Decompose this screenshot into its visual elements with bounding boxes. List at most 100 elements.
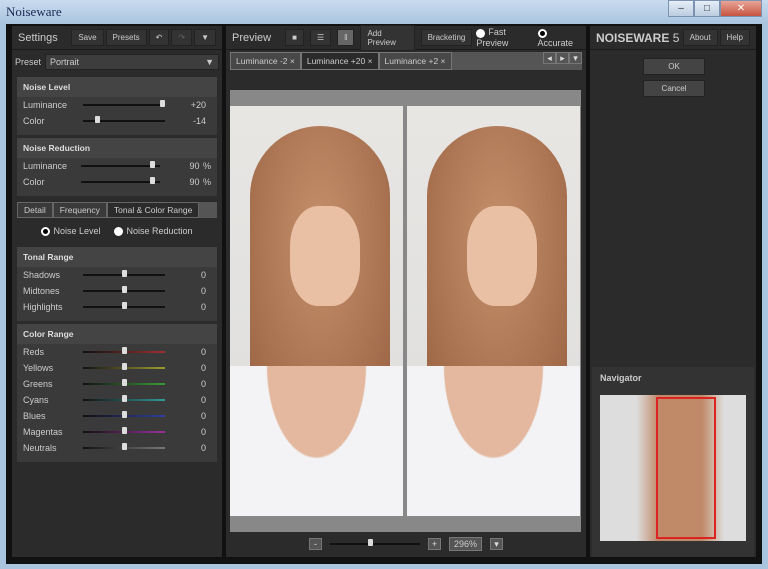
single-view-icon[interactable]: ■ — [285, 29, 304, 46]
slider-track[interactable] — [83, 286, 165, 294]
slider-track[interactable] — [83, 443, 165, 451]
slider-track[interactable] — [80, 177, 160, 184]
slider-label: Luminance — [23, 100, 68, 110]
slider-track[interactable] — [83, 379, 165, 387]
preview-tab[interactable]: Luminance +2 × — [378, 52, 452, 70]
slider-row: Magentas 0 — [17, 424, 217, 440]
bracketing-button[interactable]: Bracketing — [420, 29, 473, 46]
zoom-slider[interactable] — [329, 539, 420, 546]
tab-scroll-right-icon[interactable]: ▸ — [556, 52, 569, 64]
slider-track[interactable] — [80, 161, 160, 168]
slider-value: 0 — [200, 286, 206, 297]
ok-button[interactable]: OK — [643, 58, 705, 75]
about-button[interactable]: About — [682, 29, 718, 46]
slider-thumb[interactable] — [121, 363, 127, 371]
slider-row: Greens 0 — [17, 376, 217, 392]
zoom-in-button[interactable]: + — [427, 538, 441, 550]
preset-select[interactable]: Portrait ▼ — [45, 54, 219, 70]
split-horizontal-icon[interactable]: ☰ — [309, 29, 332, 46]
slider-track[interactable] — [83, 363, 165, 371]
slider-track[interactable] — [83, 427, 165, 435]
slider-value: 0 — [200, 363, 206, 374]
slider-thumb[interactable] — [121, 443, 127, 451]
tab-tonal-color-range[interactable]: Tonal & Color Range — [106, 202, 200, 218]
slider-row: Luminance +20 — [17, 97, 217, 113]
slider-thumb[interactable] — [121, 395, 127, 403]
slider-track[interactable] — [83, 270, 165, 278]
slider-thumb[interactable] — [121, 427, 127, 435]
slider-track[interactable] — [83, 100, 165, 107]
slider-label: Yellows — [23, 363, 54, 374]
slider-thumb[interactable] — [121, 347, 127, 355]
tab-frequency[interactable]: Frequency — [52, 202, 107, 218]
slider-thumb[interactable] — [121, 270, 127, 278]
radio-noise-reduction[interactable]: Noise Reduction — [114, 226, 193, 237]
minimize-button[interactable]: – — [668, 0, 694, 17]
preset-label: Preset — [15, 57, 42, 67]
color-range-heading: Color Range — [17, 324, 217, 345]
slider-track[interactable] — [83, 116, 165, 123]
split-vertical-icon[interactable]: ‖ — [337, 29, 355, 46]
tab-scroll-left-icon[interactable]: ◂ — [543, 52, 556, 64]
slider-label: Cyans — [23, 395, 49, 406]
close-button[interactable]: ✕ — [720, 0, 762, 17]
slider-row: Color 90% — [17, 174, 217, 190]
slider-label: Color — [23, 177, 45, 187]
slider-row: Shadows 0 — [17, 267, 217, 283]
window-title: Noiseware — [6, 4, 62, 19]
slider-thumb[interactable] — [160, 100, 165, 107]
cancel-button[interactable]: Cancel — [643, 80, 705, 97]
preview-tab-active[interactable]: Luminance +20 × — [300, 52, 379, 70]
tab-list-icon[interactable]: ▾ — [569, 52, 582, 64]
maximize-button[interactable]: □ — [694, 0, 720, 17]
slider-thumb[interactable] — [94, 116, 100, 123]
slider-value: -14 — [192, 116, 206, 126]
slider-label: Magentas — [23, 427, 63, 438]
add-preview-button[interactable]: Add Preview — [360, 24, 415, 51]
slider-track[interactable] — [83, 411, 165, 419]
slider-value: 0 — [200, 379, 206, 390]
slider-track[interactable] — [83, 395, 165, 403]
preview-image-area[interactable] — [230, 90, 581, 532]
undo-icon[interactable]: ↶ — [148, 29, 170, 46]
slider-row: Cyans 0 — [17, 392, 217, 408]
menu-dropdown-icon[interactable]: ▼ — [194, 29, 216, 46]
slider-thumb[interactable] — [121, 379, 127, 387]
slider-label: Highlights — [23, 302, 63, 313]
slider-thumb[interactable] — [121, 286, 127, 294]
slider-row: Neutrals 0 — [17, 440, 217, 456]
slider-thumb[interactable] — [150, 177, 156, 184]
navigator-heading: Navigator — [600, 373, 642, 383]
slider-track[interactable] — [83, 347, 165, 355]
slider-thumb[interactable] — [150, 161, 156, 168]
help-button[interactable]: Help — [719, 29, 750, 46]
tab-detail[interactable]: Detail — [17, 202, 53, 218]
zoom-dropdown-icon[interactable]: ▾ — [490, 538, 504, 550]
slider-value: 0 — [200, 302, 206, 313]
navigator-panel: Navigator — [592, 367, 754, 557]
slider-thumb[interactable] — [121, 302, 127, 310]
slider-thumb[interactable] — [121, 411, 127, 419]
save-button[interactable]: Save — [71, 29, 104, 46]
radio-noise-level[interactable]: Noise Level — [41, 226, 100, 237]
preview-photo-before — [230, 106, 403, 516]
slider-row: Luminance 90% — [17, 158, 217, 174]
preview-photo-after — [407, 106, 580, 516]
presets-button[interactable]: Presets — [105, 29, 147, 46]
redo-icon[interactable]: ↷ — [171, 29, 193, 46]
slider-track[interactable] — [83, 302, 165, 310]
slider-value: 0 — [200, 395, 206, 406]
radio-fast-preview[interactable]: Fast Preview — [476, 27, 533, 48]
preview-tab[interactable]: Luminance -2 × — [230, 52, 301, 70]
navigator-thumbnail[interactable] — [600, 395, 746, 541]
zoom-value[interactable]: 296% — [448, 537, 483, 551]
settings-panel: Settings Save Presets ↶ ↷ ▼ Preset Portr… — [12, 26, 222, 557]
slider-unit: % — [203, 161, 212, 171]
zoom-out-button[interactable]: - — [308, 538, 322, 550]
radio-accurate[interactable]: Accurate — [537, 27, 580, 48]
slider-label: Reds — [23, 347, 45, 358]
navigator-viewport[interactable] — [656, 397, 716, 539]
slider-label: Greens — [23, 379, 53, 390]
preview-title: Preview — [232, 31, 272, 44]
slider-row: Blues 0 — [17, 408, 217, 424]
